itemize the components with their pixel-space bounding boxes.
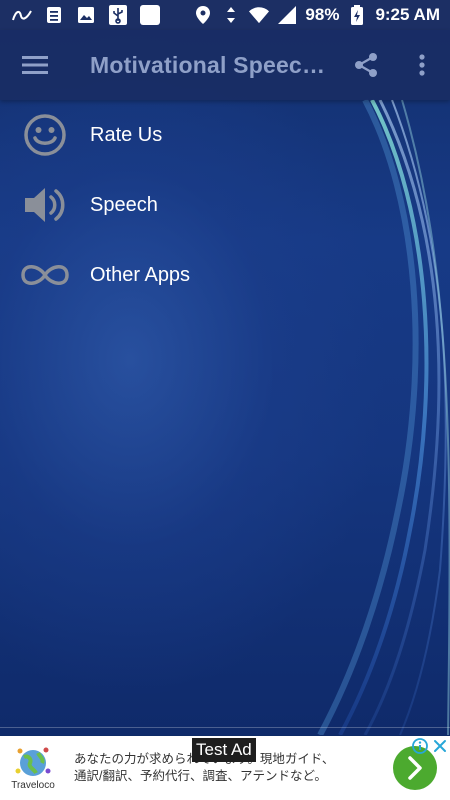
info-icon[interactable] <box>412 738 428 754</box>
close-icon[interactable] <box>432 738 448 754</box>
signal-icon <box>277 5 297 25</box>
battery-percent: 98% <box>305 5 340 24</box>
app-screen: 98% 9:25 AM Motivational Speeches Rate U… <box>0 0 450 800</box>
data-arrows-icon <box>221 5 241 25</box>
menu-item-label: Speech <box>90 193 158 216</box>
status-bar: 98% 9:25 AM <box>0 0 450 30</box>
app-toolbar: Motivational Speeches <box>0 30 450 100</box>
speaker-icon <box>0 170 90 240</box>
menu-item-label: Other Apps <box>90 263 191 286</box>
square-icon <box>140 5 160 25</box>
usb-icon <box>108 5 128 25</box>
advertiser-name: Traveloco <box>11 780 55 791</box>
advertiser-logo: Traveloco <box>0 736 66 800</box>
share-icon[interactable] <box>338 30 394 100</box>
notification-app-icon <box>12 5 32 25</box>
menu-item-rate-us[interactable]: Rate Us <box>0 100 450 170</box>
menu-item-other-apps[interactable]: Other Apps <box>0 240 450 310</box>
more-vert-icon[interactable] <box>394 30 450 100</box>
ad-divider <box>0 727 450 728</box>
globe-icon <box>15 747 51 776</box>
drawer-menu: Rate Us Speech Other Apps <box>0 100 450 310</box>
image-icon <box>76 5 96 25</box>
smiley-face-icon <box>0 100 90 170</box>
infinity-icon <box>0 240 90 310</box>
clipboard-icon <box>44 5 64 25</box>
menu-item-label: Rate Us <box>90 123 163 146</box>
menu-item-speech[interactable]: Speech <box>0 170 450 240</box>
clock: 9:25 AM <box>375 5 440 24</box>
ad-text-line-2: 通訳/翻訳、予約代行、調査、アテンドなど。 <box>74 769 327 783</box>
test-ad-badge: Test Ad <box>192 738 256 762</box>
hamburger-menu-icon[interactable] <box>0 30 70 100</box>
wifi-icon <box>249 5 270 25</box>
location-icon <box>193 5 213 25</box>
page-title: Motivational Speeches <box>90 51 338 78</box>
battery-charging-icon <box>347 5 367 25</box>
